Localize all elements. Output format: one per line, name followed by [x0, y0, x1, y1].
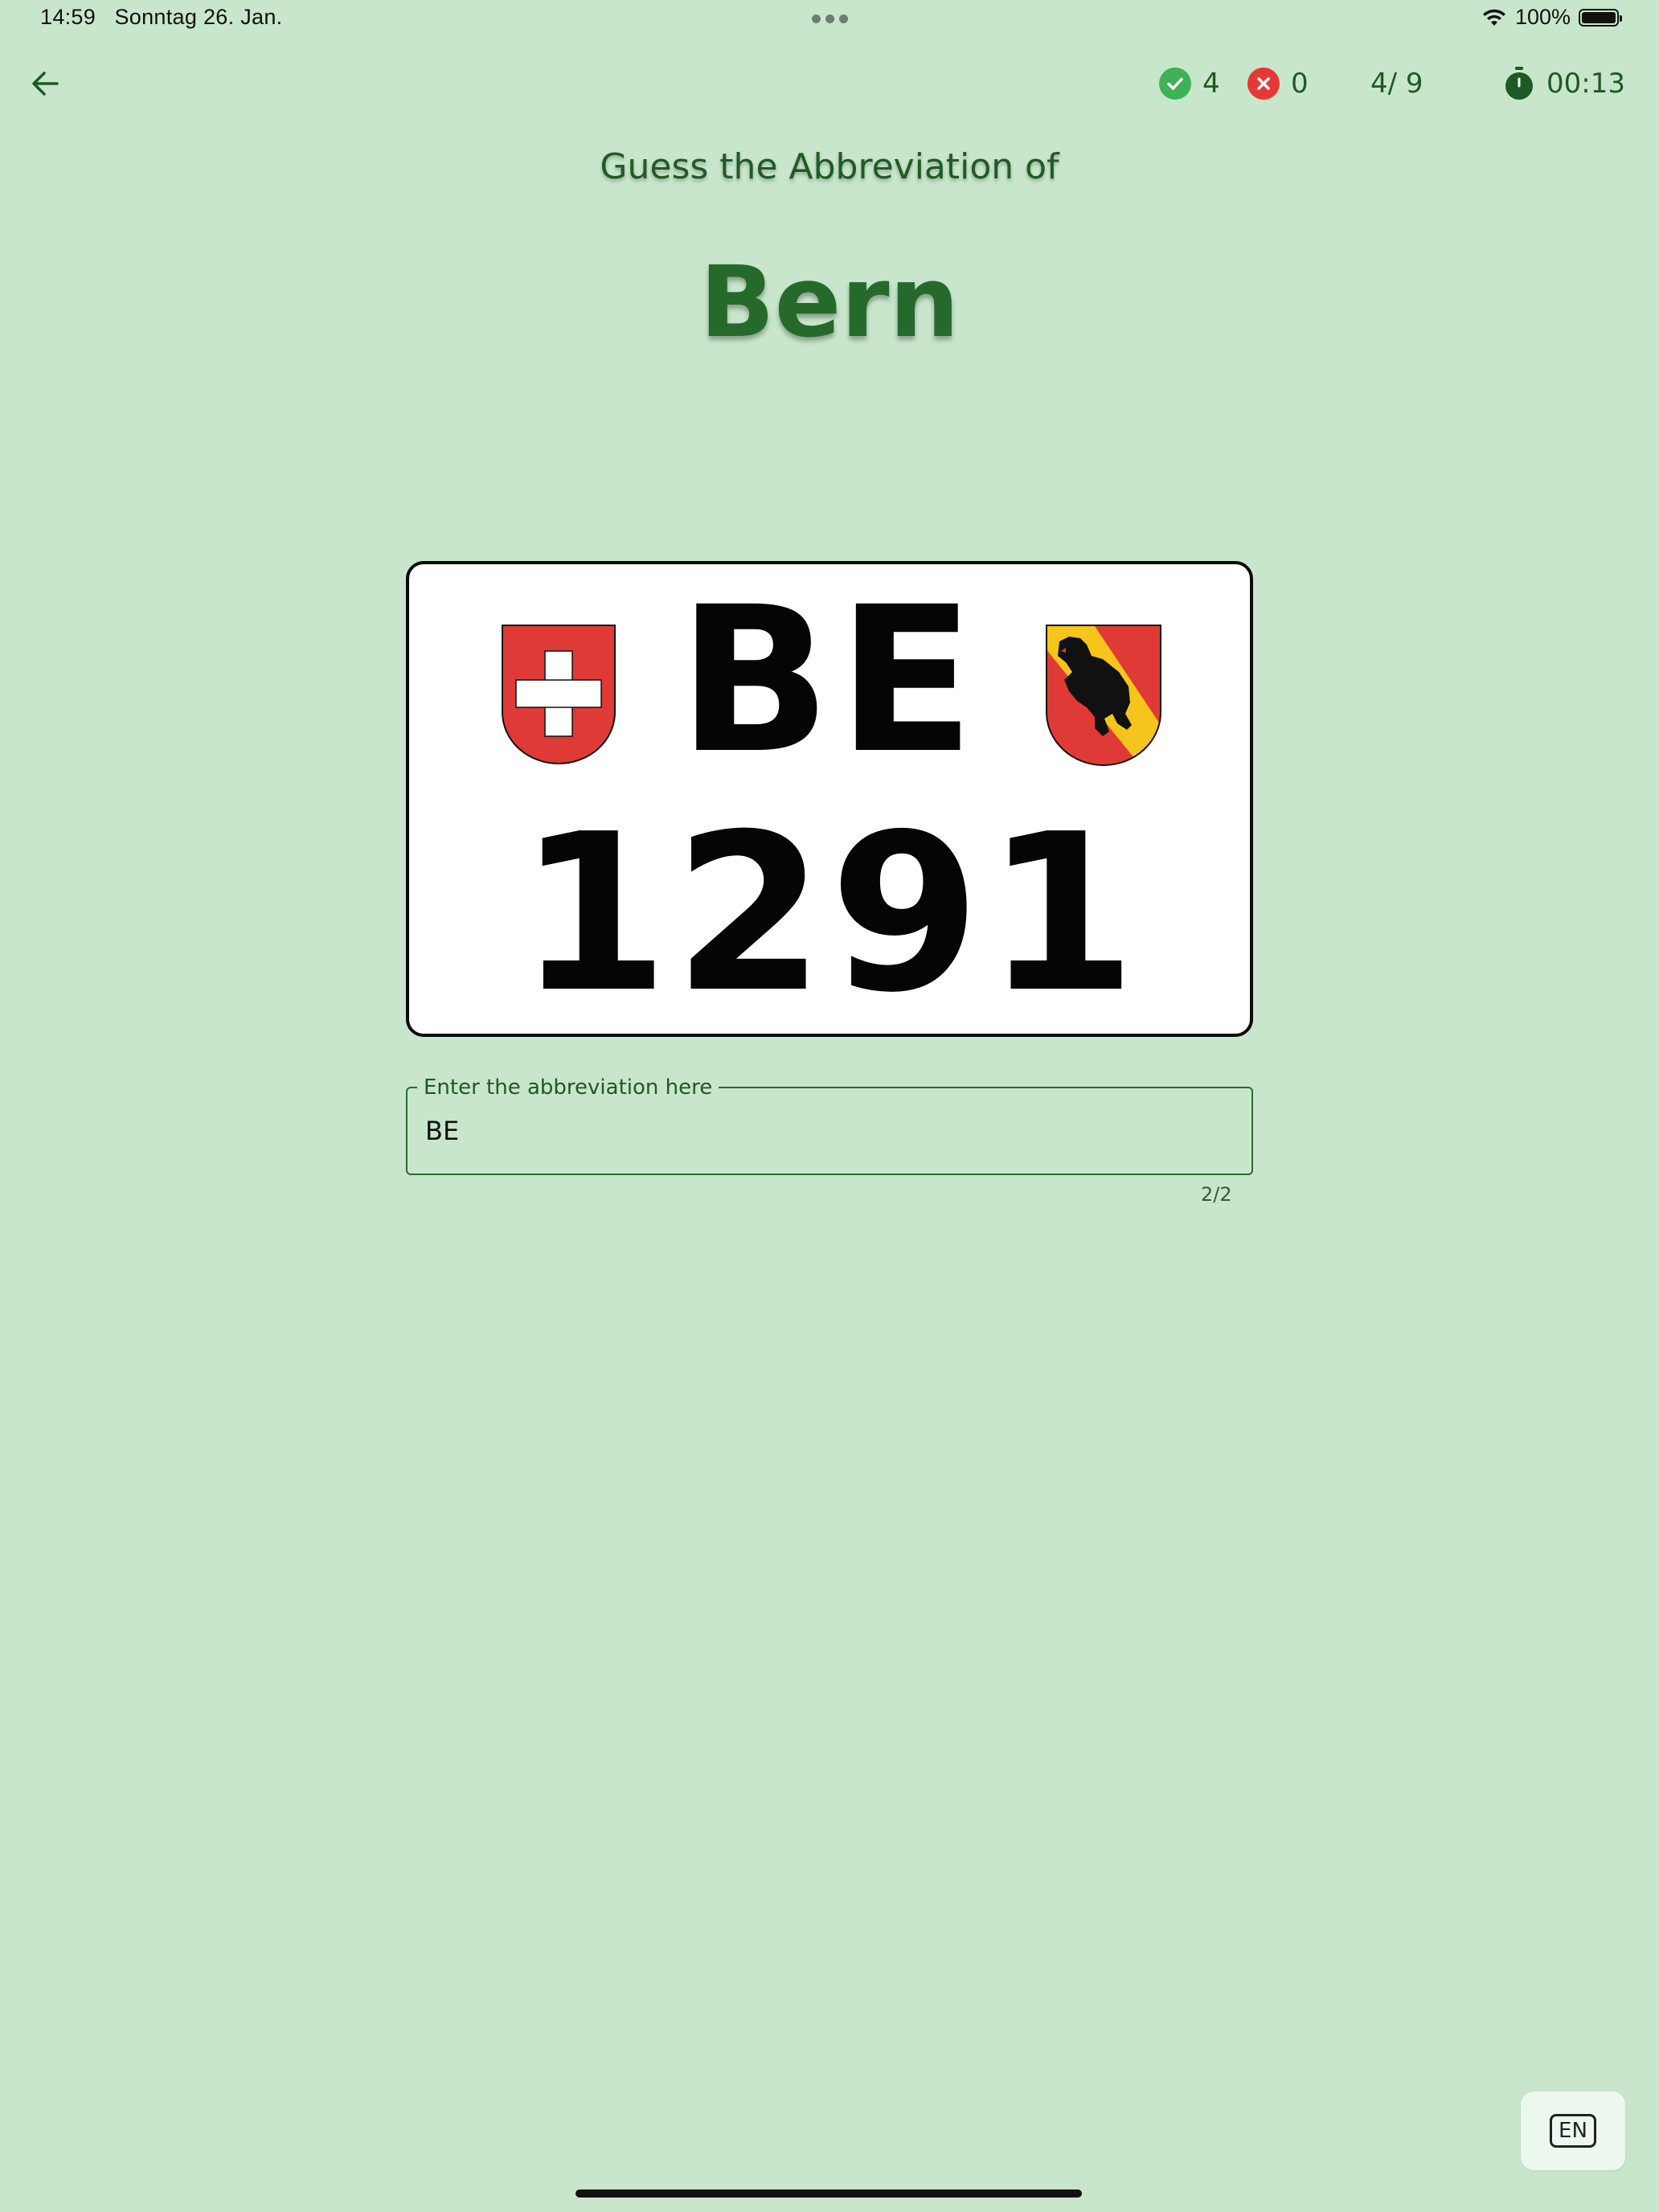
- timer-value: 00:13: [1546, 68, 1625, 100]
- abbreviation-field[interactable]: Enter the abbreviation here: [406, 1075, 1253, 1175]
- plate-number: 1291: [518, 787, 1141, 1040]
- battery-icon: [1579, 8, 1622, 27]
- progress-text: 4/ 9: [1370, 68, 1423, 100]
- correct-count: 4: [1202, 68, 1220, 100]
- correct-counter: 4: [1159, 63, 1220, 104]
- question-prompt: Guess the Abbreviation of: [600, 146, 1059, 187]
- check-circle-icon: [1159, 68, 1191, 100]
- arrow-left-icon: [32, 72, 59, 96]
- wrong-counter: 0: [1247, 63, 1309, 104]
- keyboard-language-button[interactable]: EN: [1521, 2091, 1625, 2170]
- back-button[interactable]: [24, 63, 66, 104]
- stopwatch-icon: [1505, 67, 1533, 100]
- status-date: Sonntag 26. Jan.: [114, 5, 283, 29]
- character-counter: 2/2: [1201, 1183, 1232, 1206]
- x-circle-icon: [1247, 68, 1280, 100]
- home-indicator[interactable]: [576, 2189, 1082, 2198]
- abbreviation-field-label: Enter the abbreviation here: [417, 1075, 719, 1100]
- wrong-count: 0: [1291, 68, 1309, 100]
- battery-percentage: 100%: [1514, 5, 1571, 29]
- multitasking-dots-icon[interactable]: [812, 14, 848, 23]
- wifi-icon: [1482, 9, 1505, 26]
- bern-bear-shield-icon: [1046, 625, 1161, 766]
- status-time: 14:59 Sonntag 26. Jan.: [40, 5, 282, 30]
- status-indicators: 100%: [1481, 5, 1622, 30]
- question-progress: 4/ 9: [1370, 63, 1423, 104]
- city-name: Bern: [699, 245, 960, 359]
- timer: 00:13: [1503, 63, 1625, 104]
- language-label: EN: [1550, 2114, 1596, 2148]
- license-plate: BE 1291: [406, 561, 1253, 1037]
- status-time-value: 14:59: [40, 5, 96, 29]
- abbreviation-input[interactable]: [425, 1116, 1213, 1146]
